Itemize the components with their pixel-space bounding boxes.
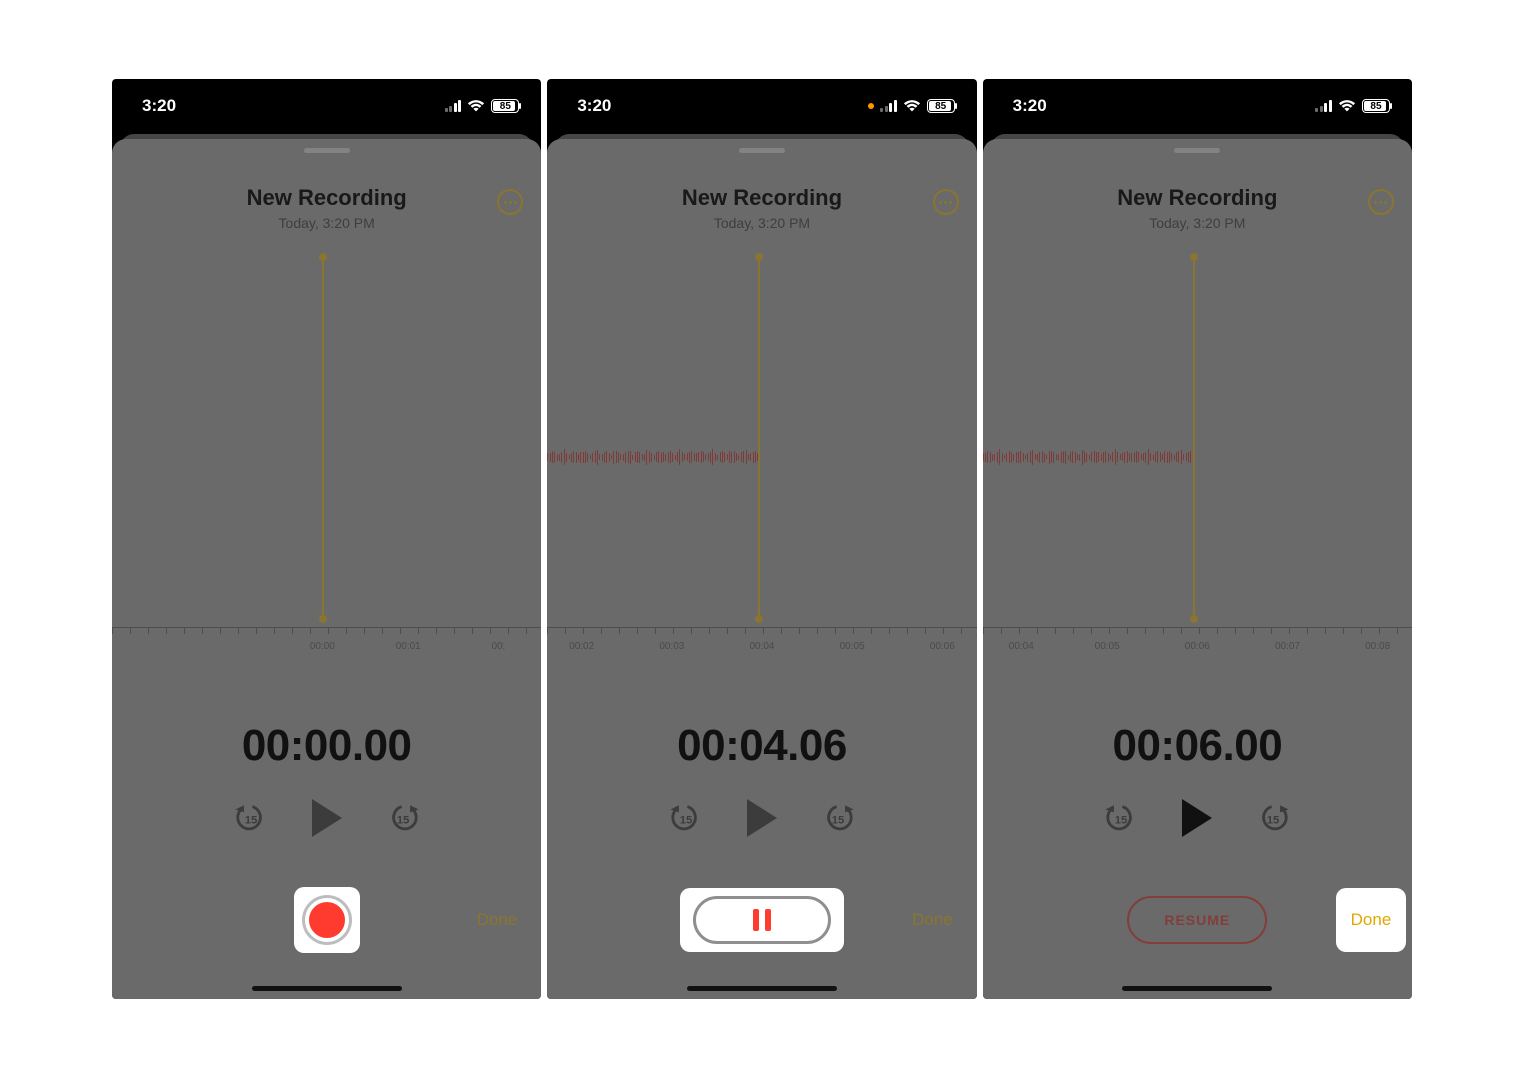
waveform: [983, 449, 1193, 465]
elapsed-time: 00:00.00: [112, 721, 541, 771]
recording-sheet: New Recording Today, 3:20 PM 00:0000:010…: [112, 139, 541, 999]
svg-text:15: 15: [244, 815, 257, 827]
ruler-tick-label: 00:04: [749, 641, 774, 652]
cellular-icon: [1315, 100, 1332, 112]
ruler-tick-label: 00:04: [1009, 641, 1034, 652]
elapsed-time: 00:06.00: [983, 721, 1412, 771]
recording-sheet: New Recording Today, 3:20 PM 00:0400:050…: [983, 139, 1412, 999]
done-button-highlight: Done: [1336, 888, 1406, 952]
ruler-tick-label: 00:03: [659, 641, 684, 652]
recording-subtitle: Today, 3:20 PM: [112, 215, 541, 231]
ruler-tick-label: 00:05: [840, 641, 865, 652]
skip-forward-15-button[interactable]: 15: [821, 801, 855, 835]
done-button[interactable]: Done: [912, 910, 953, 930]
skip-back-15-button[interactable]: 15: [1104, 801, 1138, 835]
time-ruler: [112, 627, 541, 639]
more-options-button[interactable]: [497, 189, 523, 215]
playhead[interactable]: [322, 257, 324, 619]
cellular-icon: [880, 100, 897, 112]
pause-button[interactable]: [693, 896, 831, 944]
transport-controls: 15 15: [983, 799, 1412, 837]
ruler-tick-label: 00:08: [1365, 641, 1390, 652]
svg-text:15: 15: [1267, 815, 1280, 827]
ruler-tick-label: 00:06: [1185, 641, 1210, 652]
recording-subtitle: Today, 3:20 PM: [547, 215, 976, 231]
sheet-grabber[interactable]: [739, 148, 785, 153]
status-time: 3:20: [577, 96, 611, 116]
phone-screen: 3:20 85 New Recording Today, 3:20 PM 00:…: [983, 79, 1412, 999]
svg-text:15: 15: [832, 815, 845, 827]
svg-text:15: 15: [396, 815, 409, 827]
skip-forward-15-button[interactable]: 15: [1256, 801, 1290, 835]
battery-icon: 85: [491, 99, 519, 113]
play-button[interactable]: [747, 799, 777, 837]
ruler-tick-label: 00:05: [1095, 641, 1120, 652]
battery-icon: 85: [927, 99, 955, 113]
status-bar: 3:20 85: [112, 79, 541, 133]
status-bar: 3:20 85: [547, 79, 976, 133]
ruler-tick-label: 00:: [491, 641, 505, 652]
recording-indicator-icon: [868, 103, 874, 109]
playhead[interactable]: [1193, 257, 1195, 619]
transport-controls: 15 15: [547, 799, 976, 837]
wifi-icon: [903, 99, 921, 113]
resume-button[interactable]: RESUME: [1127, 896, 1267, 944]
done-button[interactable]: Done: [477, 910, 518, 930]
more-options-button[interactable]: [1368, 189, 1394, 215]
done-button[interactable]: Done: [1351, 910, 1392, 930]
transport-controls: 15 15: [112, 799, 541, 837]
battery-icon: 85: [1362, 99, 1390, 113]
waveform-area[interactable]: 00:04 00:05 00:06 00:07 00:08: [983, 257, 1412, 657]
record-button-highlight: [294, 887, 360, 953]
status-time: 3:20: [142, 96, 176, 116]
waveform: [547, 449, 757, 465]
phone-screen: 3:20 85 New Recording Today, 3:20 PM 00:…: [547, 79, 976, 999]
time-ruler: [983, 627, 1412, 639]
play-button[interactable]: [1182, 799, 1212, 837]
ruler-tick-label: 00:06: [930, 641, 955, 652]
ruler-tick-label: 00:02: [569, 641, 594, 652]
time-ruler: [547, 627, 976, 639]
record-button[interactable]: [305, 898, 349, 942]
home-indicator[interactable]: [252, 986, 402, 991]
svg-text:15: 15: [680, 815, 693, 827]
status-bar: 3:20 85: [983, 79, 1412, 133]
waveform-area[interactable]: 00:02 00:03 00:04 00:05 00:06: [547, 257, 976, 657]
status-time: 3:20: [1013, 96, 1047, 116]
play-button[interactable]: [312, 799, 342, 837]
skip-back-15-button[interactable]: 15: [234, 801, 268, 835]
skip-forward-15-button[interactable]: 15: [386, 801, 420, 835]
sheet-grabber[interactable]: [304, 148, 350, 153]
svg-text:15: 15: [1115, 815, 1128, 827]
playhead[interactable]: [758, 257, 760, 619]
ruler-labels: 00:00 00:01 00:: [112, 641, 541, 657]
ruler-tick-label: 00:01: [396, 641, 421, 652]
waveform-area[interactable]: 00:00 00:01 00:: [112, 257, 541, 657]
skip-back-15-button[interactable]: 15: [669, 801, 703, 835]
sheet-grabber[interactable]: [1174, 148, 1220, 153]
home-indicator[interactable]: [1122, 986, 1272, 991]
recording-title: New Recording: [983, 185, 1412, 211]
wifi-icon: [467, 99, 485, 113]
recording-title: New Recording: [547, 185, 976, 211]
ruler-labels: 00:04 00:05 00:06 00:07 00:08: [983, 641, 1412, 657]
recording-sheet: New Recording Today, 3:20 PM 00:0200:030…: [547, 139, 976, 999]
ruler-tick-label: 00:07: [1275, 641, 1300, 652]
phone-screen: 3:20 85 New Recording Today, 3:20 PM 00:…: [112, 79, 541, 999]
recording-title: New Recording: [112, 185, 541, 211]
home-indicator[interactable]: [687, 986, 837, 991]
ruler-labels: 00:02 00:03 00:04 00:05 00:06: [547, 641, 976, 657]
ruler-tick-label: 00:00: [310, 641, 335, 652]
wifi-icon: [1338, 99, 1356, 113]
pause-button-highlight: [680, 888, 844, 952]
cellular-icon: [445, 100, 462, 112]
more-options-button[interactable]: [933, 189, 959, 215]
recording-subtitle: Today, 3:20 PM: [983, 215, 1412, 231]
elapsed-time: 00:04.06: [547, 721, 976, 771]
